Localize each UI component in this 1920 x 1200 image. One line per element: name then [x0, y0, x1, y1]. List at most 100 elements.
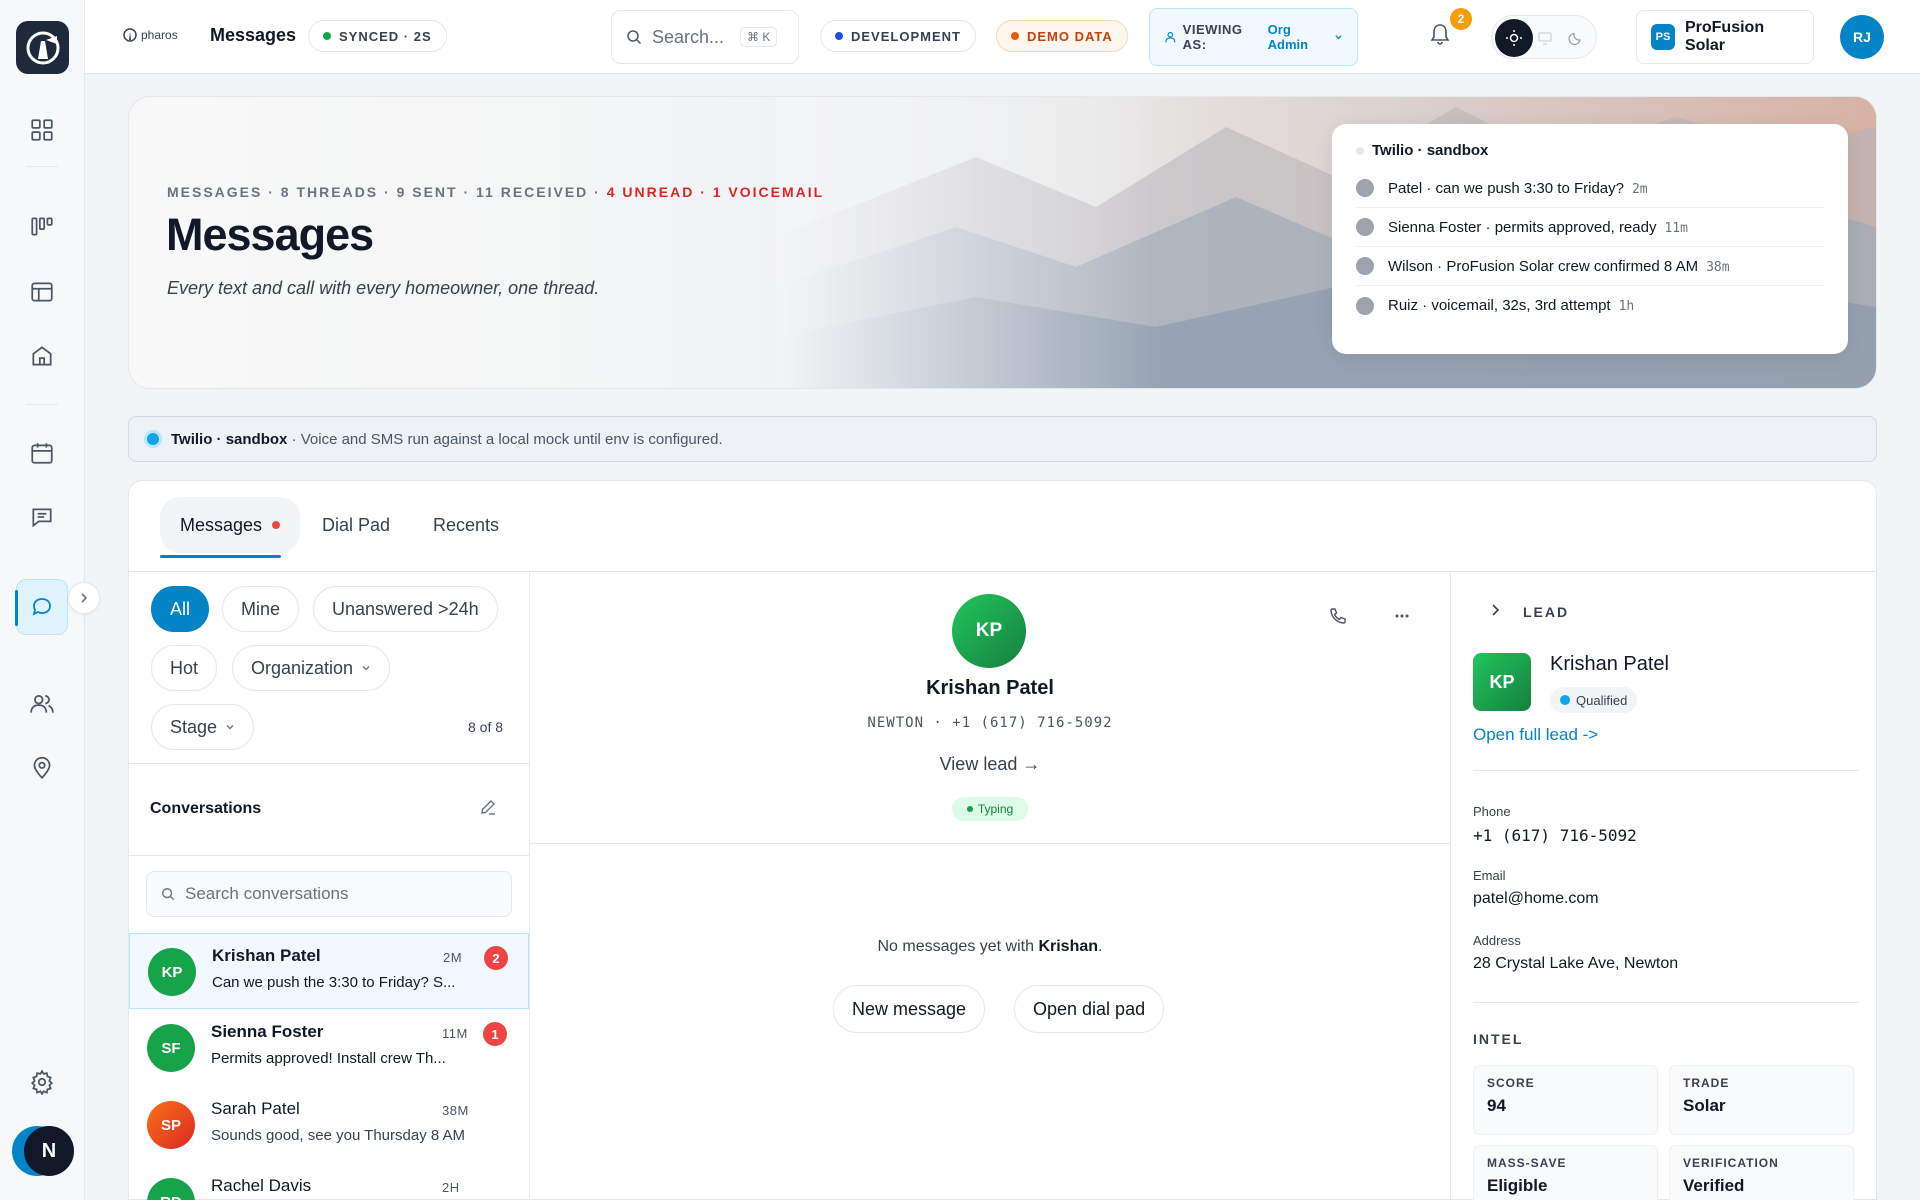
env-dot: [835, 32, 843, 40]
hero-stats-alert: 4 UNREAD · 1 VOICEMAIL: [606, 184, 825, 200]
hero-subtitle: Every text and call with every homeowner…: [167, 278, 600, 298]
filter-stage[interactable]: Stage: [151, 704, 255, 750]
organization-switcher[interactable]: PS ProFusion Solar: [1636, 10, 1814, 64]
avatar: SF: [147, 1024, 195, 1072]
calendar-icon[interactable]: [24, 435, 60, 471]
account-avatar[interactable]: RJ: [1840, 15, 1884, 59]
map-pin-icon[interactable]: [24, 750, 60, 786]
feed-item-time: 38m: [1706, 259, 1730, 275]
tab-messages[interactable]: Messages: [160, 497, 301, 553]
messages-icon[interactable]: [15, 579, 68, 635]
conversation-name: Rachel Davis: [211, 1176, 312, 1195]
conversation-item[interactable]: SP Sarah Patel Sounds good, see you Thur…: [129, 1087, 529, 1163]
tab-dial-pad[interactable]: Dial Pad: [302, 497, 410, 553]
feed-item-dot: [1356, 296, 1374, 315]
filter-hot[interactable]: Hot: [151, 645, 218, 691]
intel-key: MASS-SAVE: [1487, 1156, 1567, 1170]
section-divider: [1473, 1002, 1859, 1003]
table-icon[interactable]: [24, 274, 60, 310]
conversation-name: Krishan Patel: [212, 946, 321, 965]
global-search[interactable]: Search... ⌘ K: [611, 10, 799, 64]
contact-meta: NEWTON · +1 (617) 716-5092: [867, 715, 1113, 731]
feed-status-dot: [1356, 146, 1364, 155]
brand-name: pharos: [141, 28, 178, 42]
more-options-button[interactable]: [1392, 606, 1412, 632]
sync-status-text: SYNCED · 2S: [339, 28, 432, 44]
viewing-as-selector[interactable]: VIEWING AS: Org Admin: [1149, 8, 1358, 66]
org-logo: PS: [1651, 24, 1675, 50]
compose-button[interactable]: [479, 798, 497, 821]
edit-icon: [481, 800, 495, 815]
feed-item-text: Wilson · ProFusion Solar crew confirmed …: [1388, 257, 1699, 275]
intel-key: SCORE: [1487, 1076, 1535, 1090]
conversation-time: 38M: [442, 1103, 469, 1118]
feed-item-dot: [1356, 257, 1374, 275]
intel-card-trade: TRADE Solar: [1669, 1065, 1854, 1135]
demo-data-badge: DEMO DATA: [996, 20, 1128, 52]
intel-section-label: INTEL: [1473, 1031, 1524, 1047]
tab-messages-label: Messages: [180, 514, 263, 535]
typing-label: Typing: [977, 802, 1014, 816]
conversation-item[interactable]: SF Sienna Foster Permits approved! Insta…: [129, 1010, 529, 1086]
lead-status-badge: Qualified: [1550, 687, 1638, 713]
filter-all[interactable]: All: [151, 586, 210, 632]
notifications-button[interactable]: [1429, 22, 1451, 51]
settings-icon[interactable]: [24, 1064, 60, 1100]
view-lead-link[interactable]: View lead →: [530, 754, 1450, 775]
sandbox-banner: Twilio · sandbox · Voice and SMS run aga…: [128, 416, 1877, 462]
open-dial-pad-button[interactable]: Open dial pad: [1014, 985, 1165, 1033]
chevron-right-icon: [81, 593, 88, 603]
filter-organization[interactable]: Organization: [232, 645, 391, 691]
lighthouse-icon: [26, 31, 59, 64]
theme-dark-button[interactable]: [1557, 19, 1595, 57]
active-tab-indicator: [160, 555, 281, 558]
sidebar-divider: [26, 166, 58, 167]
filter-mine[interactable]: Mine: [222, 586, 300, 632]
home-icon[interactable]: [24, 338, 60, 374]
lead-section-label: LEAD: [1523, 604, 1570, 620]
user-avatar[interactable]: N: [24, 1126, 74, 1176]
tab-bar: Messages Dial Pad Recents: [129, 481, 1876, 572]
feed-item[interactable]: Patel · can we push 3:30 to Friday? 2m: [1356, 169, 1824, 208]
feed-item[interactable]: Wilson · ProFusion Solar crew confirmed …: [1356, 247, 1824, 286]
dashboard-icon[interactable]: [24, 112, 60, 148]
avatar: KP: [148, 948, 196, 996]
conversation-time: 2H: [442, 1180, 460, 1195]
conversation-search-input[interactable]: Search conversations: [146, 871, 512, 917]
filter-unanswered[interactable]: Unanswered >24h: [313, 586, 498, 632]
app-logo[interactable]: [16, 21, 69, 74]
intel-value: 94: [1487, 1096, 1506, 1115]
pipeline-icon[interactable]: [24, 209, 60, 245]
chevron-down-icon: [1335, 35, 1342, 40]
empty-suffix: .: [1098, 938, 1103, 955]
lead-details-column: LEAD KP Krishan Patel Qualified Open ful…: [1451, 572, 1877, 1200]
tab-recents[interactable]: Recents: [413, 497, 519, 553]
environment-label: DEVELOPMENT: [851, 28, 961, 44]
new-message-button[interactable]: New message: [833, 985, 986, 1033]
filter-organization-label: Organization: [251, 657, 354, 678]
conversation-list-column: All Mine Unanswered >24h Hot Organizatio…: [129, 572, 530, 1200]
environment-badge: DEVELOPMENT: [820, 20, 976, 52]
open-full-lead-link[interactable]: Open full lead ->: [1473, 725, 1598, 745]
inbox-icon[interactable]: [24, 499, 60, 535]
phone-value[interactable]: +1 (617) 716-5092: [1473, 826, 1637, 845]
collapse-lead-button[interactable]: [1487, 602, 1503, 623]
conversation-item[interactable]: RD Rachel Davis 2H: [129, 1164, 529, 1200]
theme-toggle: [1491, 15, 1597, 59]
hero-banner: MESSAGES · 8 THREADS · 9 SENT · 11 RECEI…: [128, 96, 1877, 389]
phone-label: Phone: [1473, 804, 1511, 819]
lead-avatar: KP: [1473, 653, 1531, 711]
intel-value: Eligible: [1487, 1176, 1548, 1195]
section-divider: [1473, 770, 1859, 771]
email-value[interactable]: patel@home.com: [1473, 890, 1599, 908]
expand-sidebar-button[interactable]: [68, 582, 100, 614]
people-icon[interactable]: [24, 686, 60, 722]
call-button[interactable]: [1328, 606, 1348, 631]
feed-item[interactable]: Ruiz · voicemail, 32s, 3rd attempt 1h: [1356, 286, 1824, 325]
brand[interactable]: pharos: [123, 28, 178, 42]
conversation-item[interactable]: KP Krishan Patel Can we push the 3:30 to…: [129, 933, 529, 1009]
viewing-as-label: VIEWING AS:: [1182, 22, 1243, 52]
lead-name: Krishan Patel: [1550, 653, 1669, 675]
address-value: 28 Crystal Lake Ave, Newton: [1473, 955, 1679, 972]
feed-item[interactable]: Sienna Foster · permits approved, ready 1…: [1356, 208, 1824, 247]
